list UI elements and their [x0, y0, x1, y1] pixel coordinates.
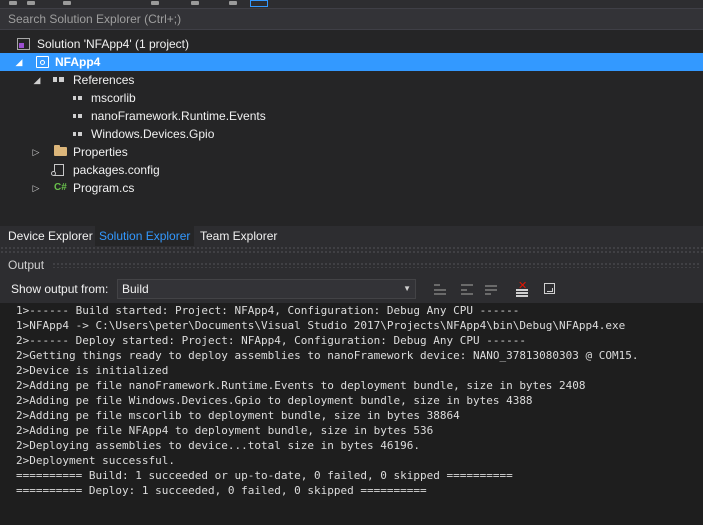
output-source-value: Build [122, 282, 149, 296]
tab-device-explorer[interactable]: Device Explorer [4, 226, 97, 246]
toolbar-button[interactable] [150, 0, 160, 6]
toolbar-button[interactable] [228, 0, 238, 6]
csharp-file-icon: C# [54, 182, 67, 193]
search-input[interactable] [0, 9, 703, 29]
top-toolbar [0, 0, 703, 8]
reference-icon [72, 92, 85, 104]
tree-item-label: packages.config [73, 163, 160, 177]
tree-item-label: Windows.Devices.Gpio [91, 127, 215, 141]
output-text[interactable]: 1>------ Build started: Project: NFApp4,… [0, 303, 703, 525]
output-source-select[interactable]: Build ▼ [117, 279, 416, 299]
expanded-arrow-icon[interactable]: ◢ [14, 53, 24, 71]
tree-item-reference[interactable]: mscorlib [0, 89, 703, 107]
tree-item-label: References [73, 73, 135, 87]
drag-grip[interactable] [52, 262, 699, 268]
tree-item-label: Program.cs [73, 181, 135, 195]
find-message-icon[interactable] [483, 281, 499, 297]
folder-icon [54, 145, 67, 156]
output-line: 2>Adding pe file NFApp4 to deployment bu… [16, 424, 434, 437]
tree-item-reference[interactable]: Windows.Devices.Gpio [0, 125, 703, 143]
tree-item-program-cs[interactable]: ▷ C# Program.cs [0, 179, 703, 197]
output-line: ========== Build: 1 succeeded or up-to-d… [16, 469, 513, 482]
output-line: 2>Adding pe file Windows.Devices.Gpio to… [16, 394, 533, 407]
toolbar-button[interactable] [62, 0, 72, 6]
tab-team-explorer[interactable]: Team Explorer [196, 226, 281, 246]
toggle-word-wrap-icon[interactable] [542, 281, 558, 297]
toolbar-button[interactable] [190, 0, 200, 6]
output-line: 1>NFApp4 -> C:\Users\peter\Documents\Vis… [16, 319, 626, 332]
tree-item-project[interactable]: ◢ NFApp4 [0, 53, 703, 71]
output-line: 2>Deployment successful. [16, 454, 175, 467]
config-file-icon [51, 164, 64, 176]
solution-icon [17, 38, 30, 50]
tree-item-label: NFApp4 [55, 55, 101, 69]
toolbar-button-active[interactable] [250, 0, 268, 7]
output-line: 2>Adding pe file nanoFramework.Runtime.E… [16, 379, 586, 392]
output-title: Output [8, 258, 45, 272]
output-line: 2>Getting things ready to deploy assembl… [16, 349, 639, 362]
collapsed-arrow-icon[interactable]: ▷ [31, 143, 41, 161]
tree-item-properties[interactable]: ▷ Properties [0, 143, 703, 161]
tree-item-label: nanoFramework.Runtime.Events [91, 109, 266, 123]
tree-item-references[interactable]: ◢ References [0, 71, 703, 89]
tree-item-label: Solution 'NFApp4' (1 project) [37, 37, 189, 51]
output-line: ========== Deploy: 1 succeeded, 0 failed… [16, 484, 427, 497]
toolbar-button[interactable] [26, 0, 36, 6]
toolbar-button[interactable] [8, 0, 18, 6]
solution-tree: Solution 'NFApp4' (1 project) ◢ NFApp4 ◢… [0, 33, 703, 226]
reference-icon [72, 128, 85, 140]
references-icon [53, 74, 66, 86]
tree-item-packages-config[interactable]: packages.config [0, 161, 703, 179]
splitter[interactable] [0, 246, 703, 255]
tree-item-label: Properties [73, 145, 128, 159]
output-line: 2>------ Deploy started: Project: NFApp4… [16, 334, 526, 347]
output-toolbar: Show output from: Build ▼ ✕ [0, 275, 703, 303]
go-to-previous-message-icon[interactable] [432, 281, 448, 297]
tab-solution-explorer[interactable]: Solution Explorer [95, 226, 195, 246]
output-line: 2>Adding pe file mscorlib to deployment … [16, 409, 460, 422]
expanded-arrow-icon[interactable]: ◢ [32, 71, 42, 89]
project-icon [36, 56, 49, 68]
tree-item-label: mscorlib [91, 91, 136, 105]
tool-window-tabs: Device Explorer Solution Explorer Team E… [0, 226, 703, 246]
output-line: 2>Deploying assemblies to device...total… [16, 439, 420, 452]
solution-explorer-search [0, 8, 703, 30]
reference-icon [72, 110, 85, 122]
tree-item-solution[interactable]: Solution 'NFApp4' (1 project) [0, 35, 703, 53]
collapsed-arrow-icon[interactable]: ▷ [31, 179, 41, 197]
clear-all-icon[interactable]: ✕ [514, 280, 530, 297]
output-line: 1>------ Build started: Project: NFApp4,… [16, 304, 520, 317]
output-line: 2>Device is initialized [16, 364, 169, 377]
go-to-next-message-icon[interactable] [459, 281, 475, 297]
output-header: Output [0, 255, 703, 275]
show-output-from-label: Show output from: [11, 282, 109, 296]
tree-item-reference[interactable]: nanoFramework.Runtime.Events [0, 107, 703, 125]
chevron-down-icon: ▼ [403, 284, 411, 293]
